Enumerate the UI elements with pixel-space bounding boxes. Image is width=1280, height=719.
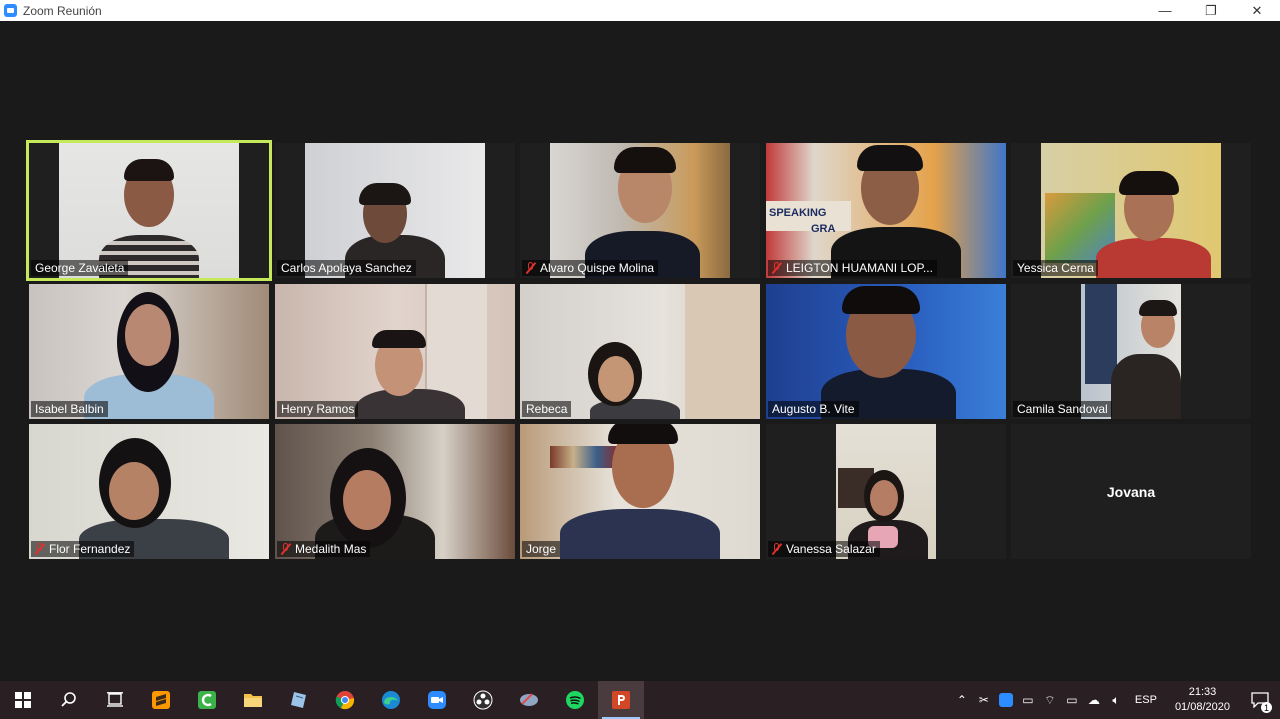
participant-name: Flor Fernandez bbox=[31, 541, 135, 557]
participant-name: Vanessa Salazar bbox=[768, 541, 880, 557]
participant-name: Medalith Mas bbox=[277, 541, 371, 557]
title-bar: Zoom Reunión — ❐ ✕ bbox=[0, 0, 1280, 21]
minimize-button[interactable]: — bbox=[1142, 0, 1188, 21]
clock-time: 21:33 bbox=[1188, 686, 1217, 698]
volume-icon[interactable]: 🔈︎ bbox=[1105, 681, 1127, 719]
sign-text-2: GRA bbox=[811, 223, 836, 235]
participant-tile-isabel-balbin[interactable]: Isabel Balbin bbox=[29, 284, 269, 419]
participant-tile-flor-fernandez[interactable]: Flor Fernandez bbox=[29, 424, 269, 559]
participant-tile-henry-ramos[interactable]: Henry Ramos bbox=[275, 284, 515, 419]
zoom-icon bbox=[428, 691, 446, 709]
camtasia-icon bbox=[198, 691, 216, 709]
taskbar-app-edge[interactable] bbox=[368, 681, 414, 719]
participant-tile-camila-sandoval[interactable]: Camila Sandoval bbox=[1011, 284, 1251, 419]
participant-name-video-off: Jovana bbox=[1106, 483, 1156, 500]
participant-tile-medalith-mas[interactable]: Medalith Mas bbox=[275, 424, 515, 559]
participant-name: Rebeca bbox=[522, 401, 572, 417]
clock-date: 01/08/2020 bbox=[1174, 701, 1230, 713]
muted-mic-icon bbox=[526, 262, 536, 274]
participant-name: Carlos Apolaya Sanchez bbox=[277, 260, 416, 276]
cloud-icon[interactable]: ☁ bbox=[1083, 681, 1105, 719]
taskbar-app-zoom[interactable] bbox=[414, 681, 460, 719]
windows-taskbar: ⌃ ✂ ▭ ⌔ ▭ ☁ 🔈︎ ESP 21:33 01/08/2020 1 bbox=[0, 681, 1280, 719]
taskbar-app-notes[interactable] bbox=[276, 681, 322, 719]
zoom-app-icon bbox=[4, 4, 17, 17]
participant-tile-vanessa-salazar[interactable]: Vanessa Salazar bbox=[766, 424, 1006, 559]
participant-name: George Zavaleta bbox=[31, 260, 129, 276]
display-tray-icon[interactable]: ▭ bbox=[1017, 681, 1039, 719]
powerpoint-icon bbox=[612, 691, 630, 709]
notes-icon bbox=[291, 692, 306, 708]
participant-name: Isabel Balbin bbox=[31, 401, 108, 417]
participant-tile-leigton-huamani[interactable]: SPEAKING GRA LEIGTON HUAMANI LOP... bbox=[766, 143, 1006, 278]
muted-mic-icon bbox=[281, 543, 291, 555]
muted-mic-icon bbox=[35, 543, 45, 555]
participant-tile-george-zavaleta[interactable]: George Zavaleta bbox=[26, 140, 272, 281]
notification-count: 1 bbox=[1261, 702, 1272, 713]
participant-name: Jorge bbox=[522, 541, 561, 557]
input-language[interactable]: ESP bbox=[1135, 694, 1157, 706]
chrome-icon bbox=[335, 691, 355, 710]
obs-icon bbox=[473, 690, 493, 710]
task-view-button[interactable] bbox=[92, 681, 138, 719]
window-title: Zoom Reunión bbox=[23, 3, 102, 18]
taskbar-app-file-explorer[interactable] bbox=[230, 681, 276, 719]
participant-name: LEIGTON HUAMANI LOP... bbox=[768, 260, 937, 276]
participant-name: Camila Sandoval bbox=[1013, 401, 1112, 417]
wifi-icon[interactable]: ⌔ bbox=[1039, 681, 1061, 719]
sublime-text-icon bbox=[152, 691, 170, 709]
taskbar-app-snip[interactable] bbox=[506, 681, 552, 719]
zoom-tray-icon[interactable] bbox=[995, 681, 1017, 719]
app-tray-icon[interactable]: ✂ bbox=[973, 681, 995, 719]
participant-name: Yessica Cerna bbox=[1013, 260, 1098, 276]
muted-mic-icon bbox=[772, 262, 782, 274]
snip-icon bbox=[520, 693, 538, 706]
taskbar-app-chrome[interactable] bbox=[322, 681, 368, 719]
taskbar-app-powerpoint[interactable] bbox=[598, 681, 644, 719]
windows-start-button[interactable] bbox=[0, 681, 46, 719]
search-button[interactable] bbox=[46, 681, 92, 719]
participant-tile-augusto-vite[interactable]: Augusto B. Vite bbox=[766, 284, 1006, 419]
notifications-icon[interactable]: 1 bbox=[1240, 681, 1280, 719]
taskbar-app-sublime-text[interactable] bbox=[138, 681, 184, 719]
participant-name: Augusto B. Vite bbox=[768, 401, 859, 417]
taskbar-clock[interactable]: 21:33 01/08/2020 bbox=[1175, 685, 1230, 715]
edge-icon bbox=[382, 691, 400, 709]
participant-name: Henry Ramos bbox=[277, 401, 359, 417]
system-tray: ⌃ ✂ ▭ ⌔ ▭ ☁ 🔈︎ ESP 21:33 01/08/2020 1 bbox=[951, 681, 1280, 719]
folder-icon bbox=[244, 694, 262, 707]
participant-tile-rebeca[interactable]: Rebeca bbox=[520, 284, 760, 419]
restore-button[interactable]: ❐ bbox=[1188, 0, 1234, 21]
taskbar-app-obs[interactable] bbox=[460, 681, 506, 719]
close-button[interactable]: ✕ bbox=[1234, 0, 1280, 21]
participant-tile-carlos-apolaya[interactable]: Carlos Apolaya Sanchez bbox=[275, 143, 515, 278]
taskbar-app-spotify[interactable] bbox=[552, 681, 598, 719]
participant-tile-jorge[interactable]: Jorge bbox=[520, 424, 760, 559]
participant-name: Alvaro Quispe Molina bbox=[522, 260, 659, 276]
participant-tile-jovana[interactable]: Jovana bbox=[1011, 424, 1251, 559]
taskbar-app-camtasia[interactable] bbox=[184, 681, 230, 719]
sign-text: SPEAKING bbox=[769, 207, 827, 219]
chevron-up-icon[interactable]: ⌃ bbox=[951, 681, 973, 719]
spotify-icon bbox=[566, 691, 584, 709]
battery-icon[interactable]: ▭ bbox=[1061, 681, 1083, 719]
task-view-icon bbox=[107, 692, 123, 707]
muted-mic-icon bbox=[772, 543, 782, 555]
participant-tile-alvaro-quispe[interactable]: Alvaro Quispe Molina bbox=[520, 143, 760, 278]
windows-logo-icon bbox=[15, 692, 31, 708]
search-icon bbox=[61, 692, 76, 707]
participant-tile-yessica-cerna[interactable]: Yessica Cerna bbox=[1011, 143, 1251, 278]
